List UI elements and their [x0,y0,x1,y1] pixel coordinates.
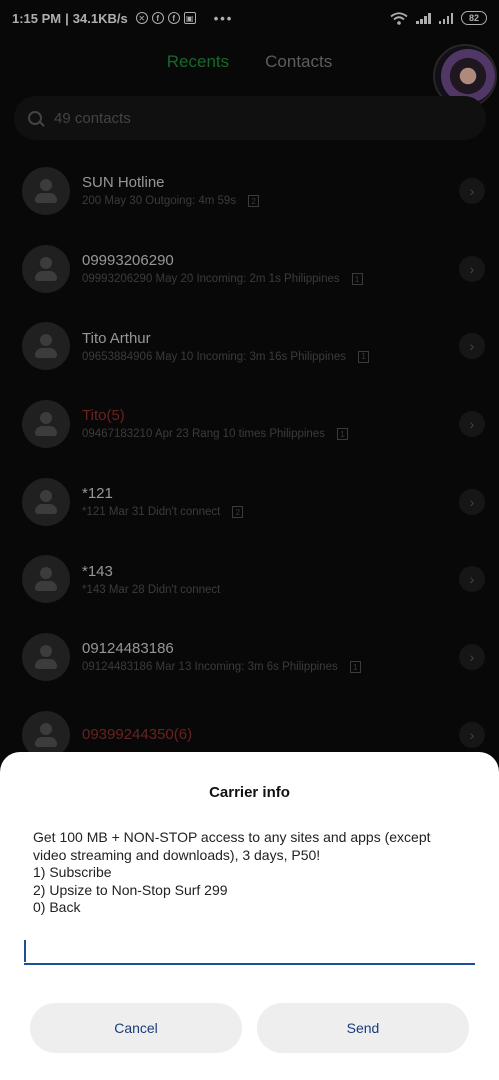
send-button[interactable]: Send [257,1003,469,1053]
cancel-button[interactable]: Cancel [30,1003,242,1053]
text-cursor [24,940,26,962]
dialog-title: Carrier info [209,784,290,801]
ussd-reply-input[interactable] [24,935,475,965]
dialer-screen: 1:15 PM | 34.1KB/s ✕ f f ▣ ••• 82 Recent… [0,0,499,1080]
dialog-message: Get 100 MB + NON-STOP access to any site… [33,829,431,916]
